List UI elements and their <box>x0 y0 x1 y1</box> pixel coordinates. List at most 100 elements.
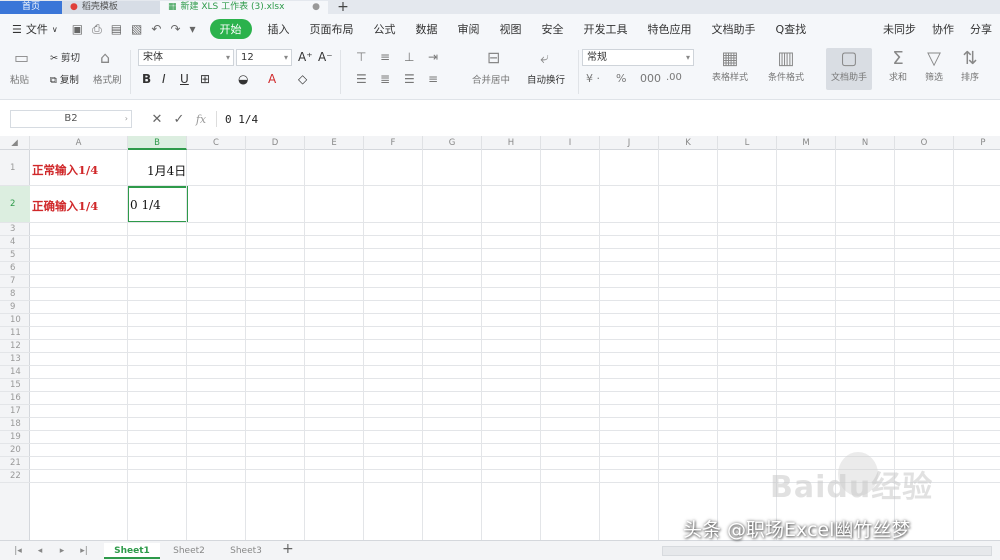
col-header-p[interactable]: P <box>954 136 1000 150</box>
next-sheet-icon[interactable]: ▸ <box>52 543 72 559</box>
row-header-13[interactable]: 13 <box>0 353 30 366</box>
sort-button[interactable]: ⇅ 排序 <box>948 48 992 90</box>
shrink-font-icon[interactable]: A⁻ <box>318 50 333 64</box>
border-icon[interactable]: ⊞ <box>200 72 210 86</box>
italic-button[interactable]: I <box>162 72 166 86</box>
sheet-tab-1[interactable]: Sheet1 <box>104 543 160 559</box>
row-header-7[interactable]: 7 <box>0 275 30 288</box>
col-header-l[interactable]: L <box>718 136 777 150</box>
cancel-icon[interactable]: ✕ <box>146 112 168 127</box>
table-style-button[interactable]: ▦ 表格样式 <box>708 48 752 90</box>
tab-view[interactable]: 视图 <box>490 21 532 37</box>
wrap-text-icon[interactable]: ⤶ <box>540 48 549 68</box>
row-header-19[interactable]: 19 <box>0 431 30 444</box>
tab-data[interactable]: 数据 <box>406 21 448 37</box>
col-header-f[interactable]: F <box>364 136 423 150</box>
tab-review[interactable]: 审阅 <box>448 21 490 37</box>
row-header-22[interactable]: 22 <box>0 470 30 483</box>
collaborate-button[interactable]: 协作 <box>932 21 954 37</box>
row-header-18[interactable]: 18 <box>0 418 30 431</box>
row-header-9[interactable]: 9 <box>0 301 30 314</box>
clear-format-icon[interactable]: ◇ <box>298 72 307 86</box>
font-size-select[interactable]: 12 ▾ <box>236 49 292 66</box>
row-header-10[interactable]: 10 <box>0 314 30 327</box>
row-header-12[interactable]: 12 <box>0 340 30 353</box>
sheet-tab-3[interactable]: Sheet3 <box>218 543 274 559</box>
export-icon[interactable]: ▧ <box>131 22 142 37</box>
col-header-n[interactable]: N <box>836 136 895 150</box>
wrap-text-button[interactable]: 自动换行 <box>527 72 565 86</box>
tab-security[interactable]: 安全 <box>532 21 574 37</box>
paste-button[interactable]: 粘贴 <box>10 72 29 86</box>
font-name-select[interactable]: 宋体 ▾ <box>138 49 234 66</box>
tab-insert[interactable]: 插入 <box>258 21 300 37</box>
row-header-11[interactable]: 11 <box>0 327 30 340</box>
row-header-4[interactable]: 4 <box>0 236 30 249</box>
col-header-a[interactable]: A <box>30 136 128 150</box>
format-painter-icon[interactable]: ⌂ <box>100 48 110 67</box>
add-sheet-button[interactable]: + <box>282 541 294 557</box>
percent-icon[interactable]: % <box>616 72 626 85</box>
thousands-icon[interactable]: 000 <box>640 72 661 85</box>
prev-sheet-icon[interactable]: ◂ <box>30 543 50 559</box>
first-sheet-icon[interactable]: |◂ <box>8 543 28 559</box>
merge-center-icon[interactable]: ⊟ <box>487 48 500 67</box>
sync-status[interactable]: 未同步 <box>883 21 916 37</box>
share-button[interactable]: 分享 <box>970 21 992 37</box>
tab-home[interactable]: 首页 <box>0 1 62 14</box>
fill-color-icon[interactable]: ◒ <box>238 72 248 86</box>
col-header-e[interactable]: E <box>305 136 364 150</box>
col-header-g[interactable]: G <box>423 136 482 150</box>
insert-function-button[interactable]: fx <box>190 113 212 126</box>
row-header-17[interactable]: 17 <box>0 405 30 418</box>
col-header-j[interactable]: J <box>600 136 659 150</box>
row-header-5[interactable]: 5 <box>0 249 30 262</box>
confirm-icon[interactable]: ✓ <box>168 112 190 127</box>
grow-font-icon[interactable]: A⁺ <box>298 50 313 64</box>
save-icon[interactable]: ▣ <box>72 22 83 37</box>
decimal-icon[interactable]: .00 <box>666 72 682 83</box>
align-top-icon[interactable]: ⊤ <box>356 50 366 64</box>
select-all-corner[interactable]: ◢ <box>0 136 30 150</box>
formula-input[interactable]: 0 1/4 <box>221 113 258 126</box>
tab-features[interactable]: 特色应用 <box>638 21 702 37</box>
align-center-icon[interactable]: ≣ <box>380 72 390 86</box>
format-painter-button[interactable]: 格式刷 <box>93 72 122 86</box>
tab-developer[interactable]: 开发工具 <box>574 21 638 37</box>
col-header-i[interactable]: I <box>541 136 600 150</box>
font-color-icon[interactable]: A <box>268 72 276 86</box>
sheet-tab-2[interactable]: Sheet2 <box>162 543 216 559</box>
undo-icon[interactable]: ↶ <box>151 22 161 37</box>
copy-button[interactable]: ⧉ 复制 <box>50 72 79 86</box>
col-header-o[interactable]: O <box>895 136 954 150</box>
cell-a1[interactable]: 正常输入1/4 <box>32 162 98 178</box>
redo-icon[interactable]: ↷ <box>170 22 180 37</box>
customize-icon[interactable]: ▾ <box>190 22 196 37</box>
close-tab-icon[interactable]: ● <box>312 1 320 14</box>
file-menu[interactable]: ☰ 文件 ∨ <box>6 21 64 37</box>
tab-doc-assistant[interactable]: 文档助手 <box>702 21 766 37</box>
search-command[interactable]: Q查找 <box>766 21 817 37</box>
row-header-21[interactable]: 21 <box>0 457 30 470</box>
cell-a2[interactable]: 正确输入1/4 <box>32 198 98 214</box>
justify-icon[interactable]: ≡ <box>428 72 438 86</box>
row-header-14[interactable]: 14 <box>0 366 30 379</box>
align-right-icon[interactable]: ☰ <box>404 72 415 86</box>
conditional-format-button[interactable]: ▥ 条件格式 <box>764 48 808 90</box>
align-bottom-icon[interactable]: ⊥ <box>404 50 414 64</box>
col-header-m[interactable]: M <box>777 136 836 150</box>
merge-center-button[interactable]: 合并居中 <box>472 72 510 86</box>
cut-button[interactable]: ✂ 剪切 <box>50 50 80 64</box>
name-box[interactable]: B2 › <box>10 110 132 128</box>
last-sheet-icon[interactable]: ▸| <box>74 543 94 559</box>
col-header-k[interactable]: K <box>659 136 718 150</box>
new-tab-button[interactable]: + <box>328 0 358 14</box>
row-header-2[interactable]: 2 <box>0 186 30 223</box>
tab-workbook[interactable]: ▦ 新建 XLS 工作表 (3).xlsx ● <box>160 1 328 14</box>
print-preview-icon[interactable]: ⎙ <box>92 22 102 37</box>
row-header-15[interactable]: 15 <box>0 379 30 392</box>
tab-formulas[interactable]: 公式 <box>364 21 406 37</box>
doc-assistant-button[interactable]: ▢ 文档助手 <box>826 48 872 90</box>
paste-icon[interactable]: ▭ <box>14 48 29 67</box>
row-header-16[interactable]: 16 <box>0 392 30 405</box>
